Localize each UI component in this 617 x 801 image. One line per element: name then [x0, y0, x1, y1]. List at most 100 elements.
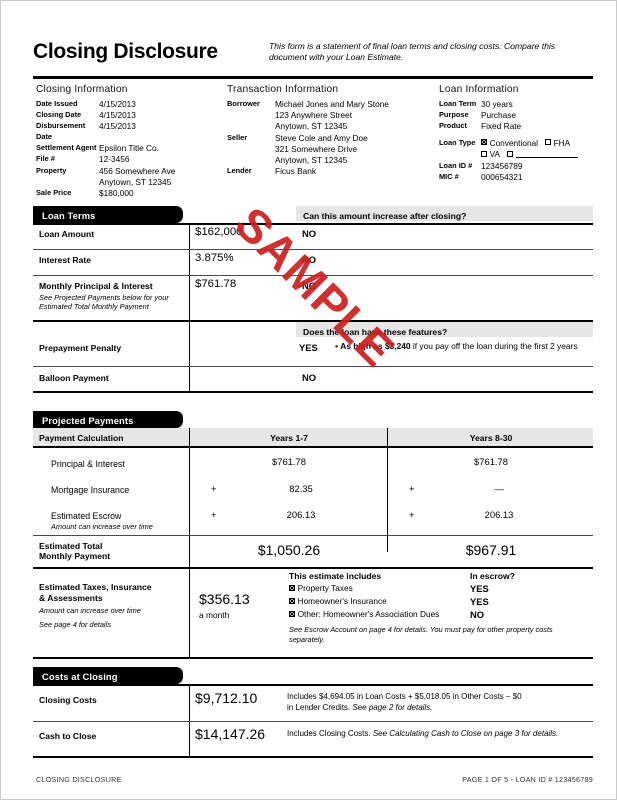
interest-rate-value: 3.875% — [195, 252, 234, 264]
transaction-information-block: Transaction Information Borrower Michael … — [227, 83, 437, 177]
info-label: Seller — [227, 132, 248, 142]
taxes-amount: $356.13 — [199, 591, 250, 607]
loan-information-heading: Loan Information — [439, 84, 519, 95]
note-rest: if you pay off the loan during the first… — [410, 341, 578, 351]
row-divider — [33, 684, 593, 686]
escrow-item-label: Other: Homeowner's Association Dues — [297, 609, 440, 619]
checkbox-conventional-icon[interactable] — [481, 139, 488, 146]
estimated-total-label-line1: Estimated Total — [39, 541, 103, 551]
info-row: Property 456 Somewhere Ave — [36, 166, 241, 177]
loan-terms-title: Loan Terms — [42, 210, 96, 221]
row-divider — [33, 721, 593, 722]
monthly-pi-label: Monthly Principal & Interest — [39, 281, 153, 291]
info-value: 30 years — [481, 99, 513, 109]
row-divider — [33, 446, 593, 448]
footer-left: CLOSING DISCLOSURE — [36, 775, 122, 784]
increase-column-header: Can this amount increase after closing? — [296, 206, 593, 221]
projected-payments-title: Projected Payments — [42, 415, 134, 426]
costs-at-closing-header: Costs at Closing — [33, 667, 183, 684]
monthly-pi-value: $761.78 — [195, 278, 237, 290]
info-value: 123 Anywhere Street — [275, 110, 353, 121]
info-value: Epsilon Title Co. — [99, 143, 159, 154]
row-divider — [33, 275, 593, 276]
checkbox-fha-icon[interactable] — [545, 139, 552, 146]
info-value: $180,000 — [99, 187, 134, 198]
info-row: Lender Ficus Bank — [227, 166, 437, 177]
in-escrow-header: In escrow? — [470, 571, 515, 581]
row-divider — [33, 567, 593, 569]
info-label: Disbursement Date — [36, 121, 86, 141]
closing-information-heading: Closing Information — [36, 84, 128, 95]
balloon-payment-answer: NO — [302, 372, 317, 383]
row-divider — [33, 249, 593, 250]
escrow-footnote: See Escrow Account on page 4 for details… — [289, 625, 553, 644]
checkbox-other-icon[interactable] — [507, 150, 514, 157]
principal-interest-label: Principal & Interest — [51, 459, 125, 469]
info-row: SellerAnytown, ST 12345 — [227, 155, 437, 166]
loan-type-other-field[interactable] — [515, 149, 578, 159]
header-divider — [33, 76, 593, 79]
info-label: Loan ID # — [439, 160, 473, 170]
mortgage-insurance-value-1: 82.35 — [289, 483, 313, 494]
cash-to-close-note-ref: See Calculating Cash to Close on page 3 … — [372, 729, 559, 738]
closing-costs-note: Includes $4,694.05 in Loan Costs + $5,01… — [287, 692, 593, 713]
checkbox-homeowners-insurance-icon[interactable] — [289, 597, 296, 604]
checkbox-property-taxes-icon[interactable] — [289, 584, 296, 591]
info-row: PropertyAnytown, ST 12345 — [36, 177, 241, 188]
estimated-escrow-op-1: + — [211, 509, 217, 520]
projected-payments-header: Projected Payments — [33, 411, 183, 428]
info-value: 123456789 — [481, 160, 523, 171]
escrow-item-answer: YES — [470, 596, 489, 607]
info-row: MIC # 000654321 — [439, 172, 599, 183]
checkbox-other-hoa-dues-icon[interactable] — [289, 610, 296, 617]
info-row: Sale Price $180,000 — [36, 188, 241, 199]
row-divider — [33, 366, 593, 367]
balloon-payment-label: Balloon Payment — [39, 373, 109, 383]
escrow-item-row: Other: Homeowner's Association Dues — [289, 609, 446, 620]
info-row: Loan Term 30 years — [439, 99, 599, 110]
section-bottom-divider — [33, 657, 593, 659]
closing-costs-label: Closing Costs — [39, 695, 97, 705]
escrow-item-row: Homeowner's Insurance — [289, 596, 394, 607]
page-title: Closing Disclosure — [33, 40, 218, 63]
loan-information-block: Loan Information Loan Term 30 years Purpo… — [439, 83, 599, 183]
info-row: BorrowerAnytown, ST 12345 — [227, 121, 437, 132]
estimated-escrow-label: Estimated Escrow — [51, 511, 122, 521]
info-row: Closing Date 4/15/2013 — [36, 110, 241, 121]
payments-divider-2 — [387, 428, 389, 552]
checkbox-va-icon[interactable] — [481, 150, 488, 157]
monthly-pi-answer: NO — [302, 280, 317, 291]
loan-type-option-label: FHA — [553, 137, 571, 148]
interest-rate-answer: NO — [302, 254, 317, 265]
loan-amount-value: $162,000 — [195, 226, 243, 238]
info-row: Loan ID # 123456789 — [439, 161, 599, 172]
loan-type-row: Loan Type Conventional FHA — [439, 138, 599, 149]
info-value: Michael Jones and Mary Stone — [275, 99, 389, 109]
info-label: File # — [36, 154, 55, 164]
mortgage-insurance-op-2: + — [409, 483, 415, 494]
payment-calculation-label: Payment Calculation — [39, 433, 124, 443]
costs-at-closing-title: Costs at Closing — [42, 671, 118, 682]
info-row: Date Issued 4/15/2013 — [36, 99, 241, 110]
info-row: File # 12-3456 — [36, 154, 241, 165]
prepayment-penalty-note: • As high as $3,240 if you pay off the l… — [335, 341, 593, 352]
loan-type-label: Loan Type — [439, 137, 476, 147]
mortgage-insurance-op-1: + — [211, 483, 217, 494]
loan-type-option-label: Conventional — [489, 137, 539, 148]
info-row: Disbursement Date 4/15/2013 — [36, 121, 241, 142]
info-row: Purpose Purchase — [439, 110, 599, 121]
escrow-item-label: Property Taxes — [297, 583, 353, 593]
projected-payments-section: Projected Payments Payment Calculation Y… — [33, 411, 593, 659]
info-value: Purchase — [481, 110, 517, 121]
features-column-header: Does the loan have these features? — [296, 322, 593, 337]
monthly-pi-sublabel: See Projected Payments below for your Es… — [39, 293, 169, 312]
footer-right: PAGE 1 OF 5 - LOAN ID # 123456789 — [462, 775, 593, 784]
info-value: Anytown, ST 12345 — [99, 176, 172, 187]
taxes-amount-sub: a month — [199, 610, 230, 620]
info-label: Purpose — [439, 110, 469, 120]
cash-to-close-note: Includes Closing Costs. See Calculating … — [287, 729, 593, 740]
note-bullet: • — [335, 341, 338, 351]
info-row: Settlement Agent Epsilon Title Co. — [36, 143, 241, 154]
info-label: Date Issued — [36, 99, 78, 108]
info-label: Sale Price — [36, 187, 72, 197]
